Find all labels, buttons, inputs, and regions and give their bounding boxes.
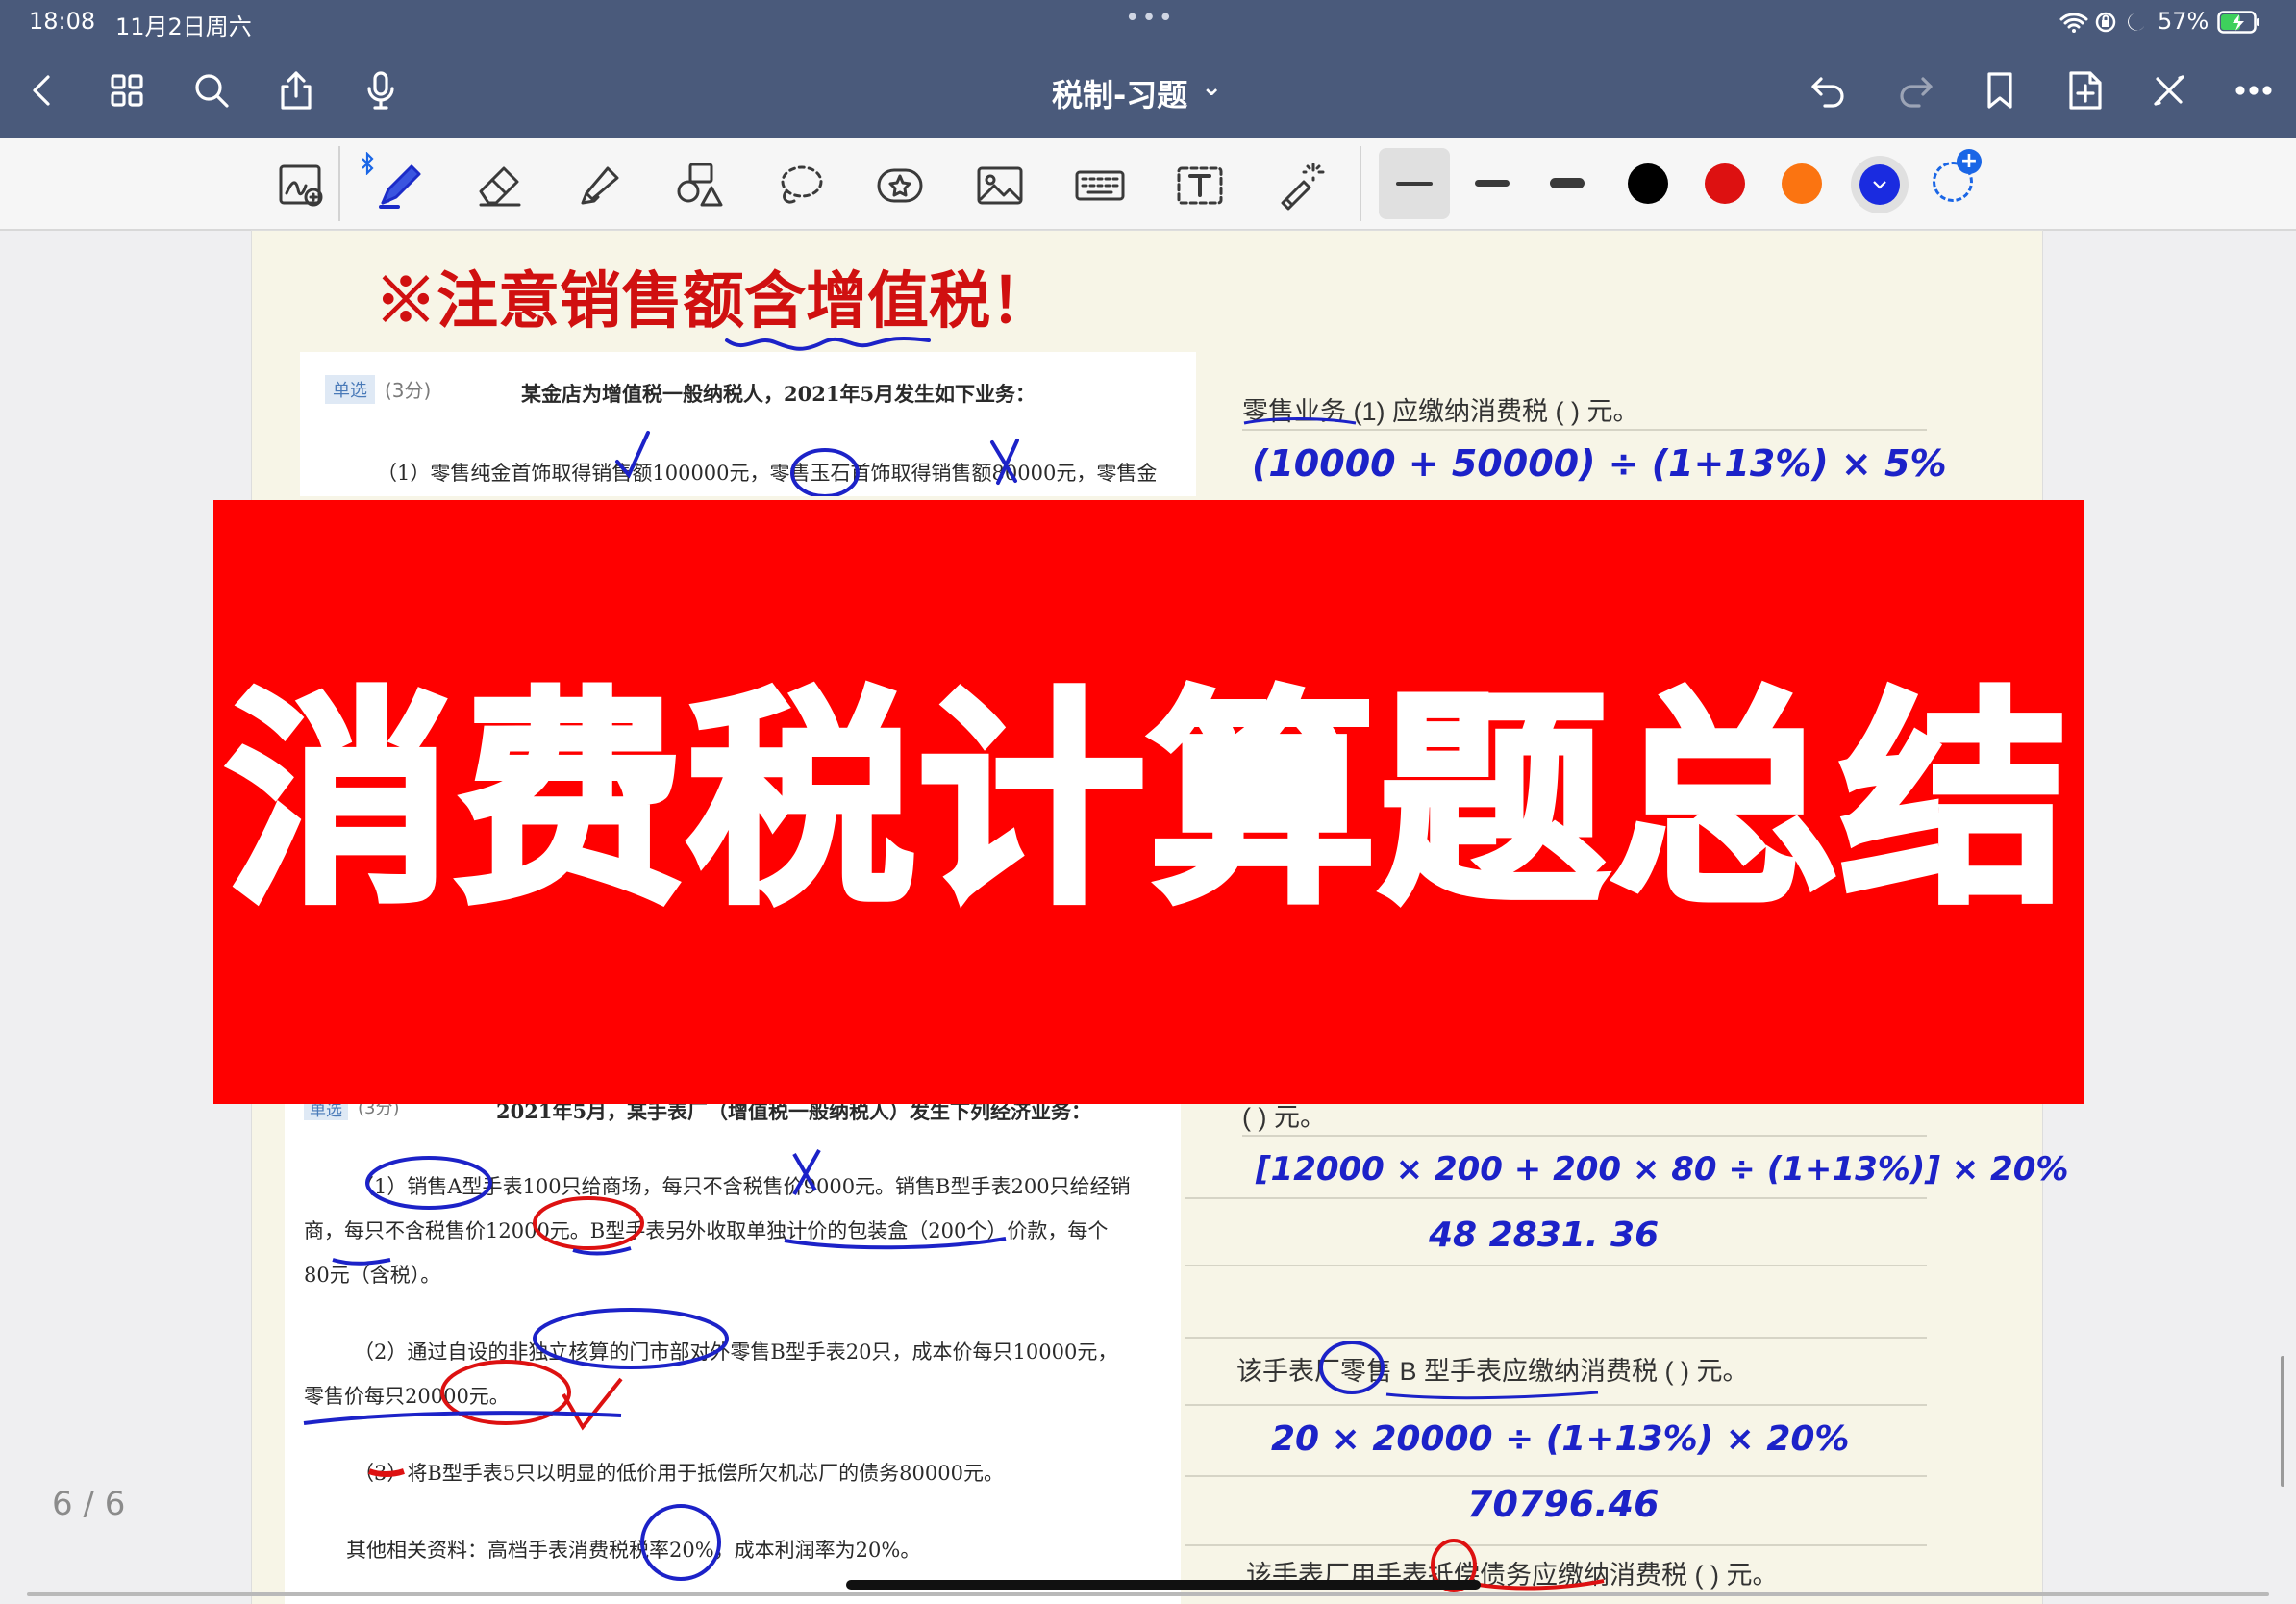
chevron-down-icon: ⌄ <box>1201 73 1223 102</box>
status-date: 11月2日周六 <box>115 13 252 40</box>
search-icon[interactable] <box>187 65 237 115</box>
title-banner: 消费税计算题总结 <box>213 500 2084 1104</box>
pen-slash-icon[interactable] <box>2144 65 2194 115</box>
chevron-down-icon <box>1873 181 1886 189</box>
toolbar-divider <box>338 146 340 221</box>
add-page-icon[interactable] <box>2059 65 2109 115</box>
lasso-icon[interactable] <box>769 158 831 213</box>
moon-icon <box>2128 13 2144 31</box>
status-bar: 18:08 11月2日周六 ••• 57% <box>0 0 2296 44</box>
document-title[interactable]: 税制-习题 ⌄ <box>1052 71 1222 115</box>
laser-pointer-icon[interactable] <box>1269 158 1331 213</box>
ruled-line <box>1185 1475 1927 1477</box>
share-icon[interactable] <box>271 65 321 115</box>
question-tag: 单选 <box>325 375 375 404</box>
handwritten-marks <box>615 431 1019 496</box>
pen-tool-icon[interactable] <box>369 158 431 213</box>
question-score: (3分) <box>385 379 432 402</box>
banner-text: 消费税计算题总结 <box>222 675 2072 929</box>
ruled-line <box>1185 1265 1927 1266</box>
microphone-icon[interactable] <box>356 65 406 115</box>
handwritten-formula-1: (10000 + 50000) ÷ (1+13%) × 5% <box>1252 442 1947 485</box>
toolbar-divider <box>1360 146 1361 221</box>
color-blue-swatch-selected[interactable] <box>1851 156 1909 213</box>
status-time: 18:08 <box>29 8 96 35</box>
add-color-icon[interactable]: + <box>1933 149 1982 202</box>
page-indicator: 6 / 6 <box>52 1485 126 1523</box>
text-box-icon[interactable] <box>1169 158 1231 213</box>
color-blue-swatch <box>1859 164 1900 205</box>
redo-icon[interactable] <box>1890 65 1940 115</box>
color-black-swatch[interactable] <box>1628 163 1668 204</box>
handwritten-answer-2: 48 2831. 36 <box>1429 1216 1660 1255</box>
color-red-swatch[interactable] <box>1705 163 1745 204</box>
handwritten-heading: ※注意销售额含增值税！ <box>375 265 1052 338</box>
handwritten-formula-3: 20 × 20000 ÷ (1+13%) × 20% <box>1271 1419 1850 1459</box>
ruled-line <box>1185 1197 1927 1199</box>
multitask-dots-icon[interactable]: ••• <box>1125 4 1175 33</box>
home-indicator[interactable] <box>846 1580 1481 1590</box>
more-icon[interactable] <box>2229 65 2279 115</box>
zoom-window-icon[interactable] <box>271 158 333 213</box>
horizontal-scrollbar[interactable] <box>27 1592 2269 1596</box>
handwritten-circle <box>1319 1341 1599 1400</box>
document-title-text: 税制-习题 <box>1052 77 1188 113</box>
sticker-icon[interactable] <box>869 158 931 213</box>
navigation-bar: 税制-习题 ⌄ <box>0 44 2296 138</box>
color-orange-swatch[interactable] <box>1782 163 1822 204</box>
ruled-line <box>1242 429 1927 431</box>
question-intro: 某金店为增值税一般纳税人，2021年5月发生如下业务： <box>521 382 1036 406</box>
wifi-icon <box>2059 13 2088 33</box>
stroke-width-selected[interactable] <box>1379 148 1450 219</box>
eraser-icon[interactable] <box>469 158 531 213</box>
thick-stroke-icon[interactable] <box>1550 178 1585 188</box>
handwritten-underline <box>1243 417 1357 425</box>
handwritten-answer-3: 70796.46 <box>1467 1483 1660 1525</box>
orientation-lock-icon <box>2095 12 2116 33</box>
highlighter-icon[interactable] <box>569 158 631 213</box>
handwritten-annotations <box>303 1149 1007 1581</box>
handwritten-formula-2: [12000 × 200 + 200 × 80 ÷ (1+13%)] × 20% <box>1256 1150 2069 1189</box>
back-icon[interactable] <box>17 65 67 115</box>
grid-icon[interactable] <box>102 65 152 115</box>
thin-stroke-icon <box>1396 182 1433 186</box>
drawing-toolbar: + <box>0 138 2296 231</box>
ruled-line <box>1242 1135 1927 1137</box>
image-icon[interactable] <box>969 158 1031 213</box>
medium-stroke-icon[interactable] <box>1475 180 1510 187</box>
bookmark-icon[interactable] <box>1975 65 2025 115</box>
battery-percent: 57% <box>2158 8 2209 35</box>
battery-icon <box>2217 11 2259 34</box>
shapes-icon[interactable] <box>669 158 731 213</box>
plus-icon: + <box>1957 149 1982 174</box>
scrollbar[interactable] <box>2281 1356 2284 1487</box>
keyboard-icon[interactable] <box>1069 158 1131 213</box>
undo-icon[interactable] <box>1804 65 1854 115</box>
